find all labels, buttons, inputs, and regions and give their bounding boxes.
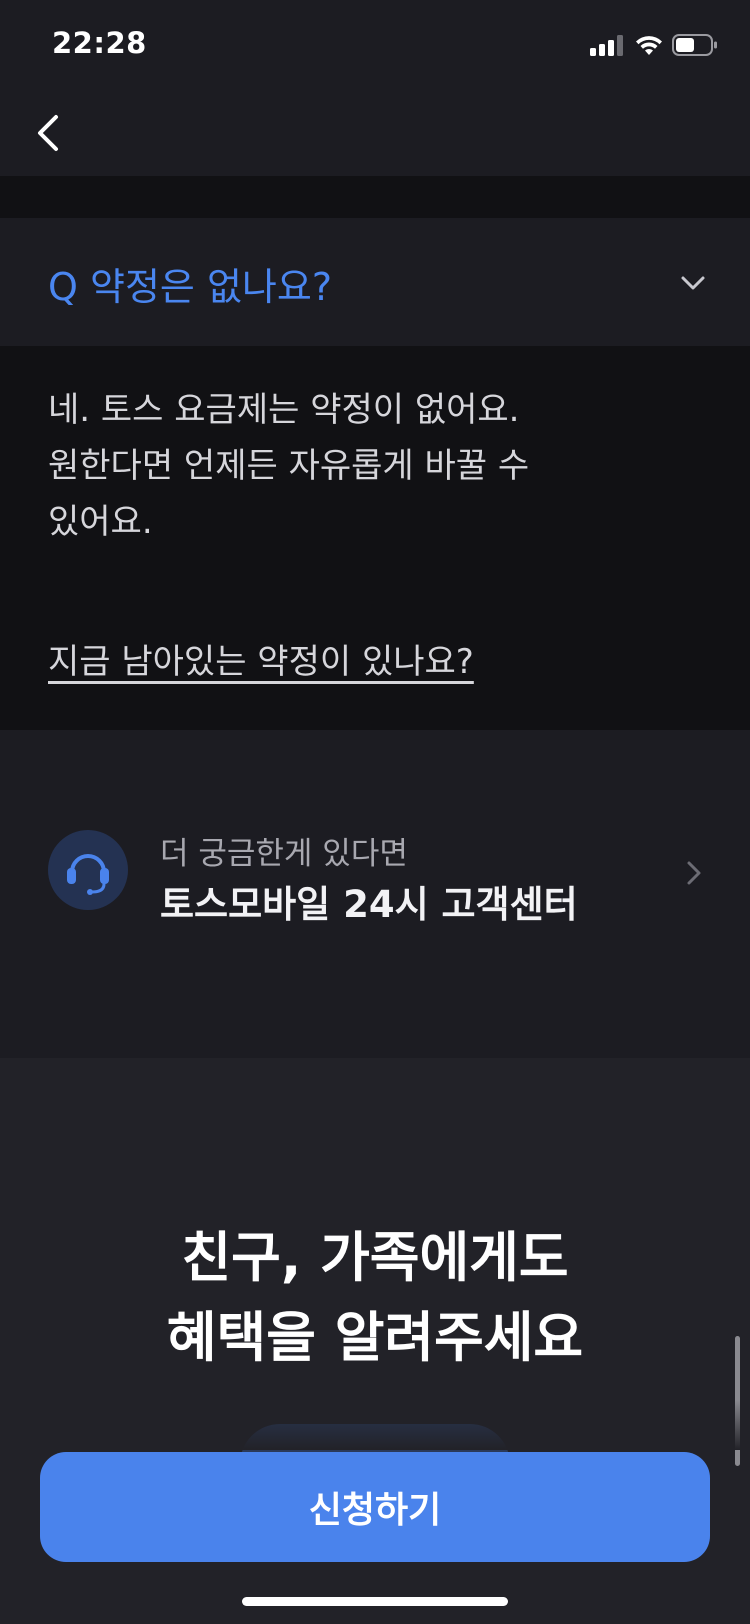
faq-answer-text: 네. 토스 요금제는 약정이 없어요. 원한다면 언제든 자유롭게 바꿀 수 있… xyxy=(48,382,708,550)
answer-line: 원한다면 언제든 자유롭게 바꿀 수 xyxy=(48,446,530,486)
chevron-down-icon xyxy=(681,276,705,290)
faq-answer: 네. 토스 요금제는 약정이 없어요. 원한다면 언제든 자유롭게 바꿀 수 있… xyxy=(0,346,750,730)
status-time: 22:28 xyxy=(52,26,147,60)
signal-icon xyxy=(590,34,626,56)
customer-center-row[interactable]: 더 궁금한게 있다면 토스모바일 24시 고객센터 xyxy=(0,810,750,930)
apply-button[interactable]: 신청하기 xyxy=(40,1452,710,1562)
support-section: 더 궁금한게 있다면 토스모바일 24시 고객센터 xyxy=(0,730,750,1058)
support-title: 토스모바일 24시 고객센터 xyxy=(160,883,578,926)
nav-bar xyxy=(0,90,750,176)
status-bar: 22:28 xyxy=(0,0,750,90)
answer-line: 있어요. xyxy=(48,502,153,542)
back-button[interactable] xyxy=(28,108,72,158)
faq-item-header[interactable]: Q 약정은 없나요? xyxy=(0,218,750,346)
remaining-contract-link[interactable]: 지금 남아있는 약정이 있나요? xyxy=(48,634,474,683)
answer-line: 네. 토스 요금제는 약정이 없어요. xyxy=(48,390,520,430)
faq-question: Q 약정은 없나요? xyxy=(48,265,332,309)
screen: 22:28 Q 약정은 없나요? 네. 토스 요금제는 약정이 없어요. 원한다… xyxy=(0,0,750,1624)
section-divider xyxy=(0,176,750,218)
promo-title: 친구, 가족에게도 혜택을 알려주세요 xyxy=(0,1218,750,1378)
chevron-left-icon xyxy=(38,115,58,151)
chevron-right-icon xyxy=(687,861,701,885)
cta-fade xyxy=(0,1400,750,1450)
home-indicator xyxy=(242,1597,508,1606)
support-subtitle: 더 궁금한게 있다면 xyxy=(160,836,408,872)
promo-title-line: 혜택을 알려주세요 xyxy=(166,1306,584,1369)
battery-icon xyxy=(672,34,717,56)
promo-title-line: 친구, 가족에게도 xyxy=(181,1226,569,1289)
wifi-icon xyxy=(636,36,662,55)
headset-icon xyxy=(48,830,128,910)
